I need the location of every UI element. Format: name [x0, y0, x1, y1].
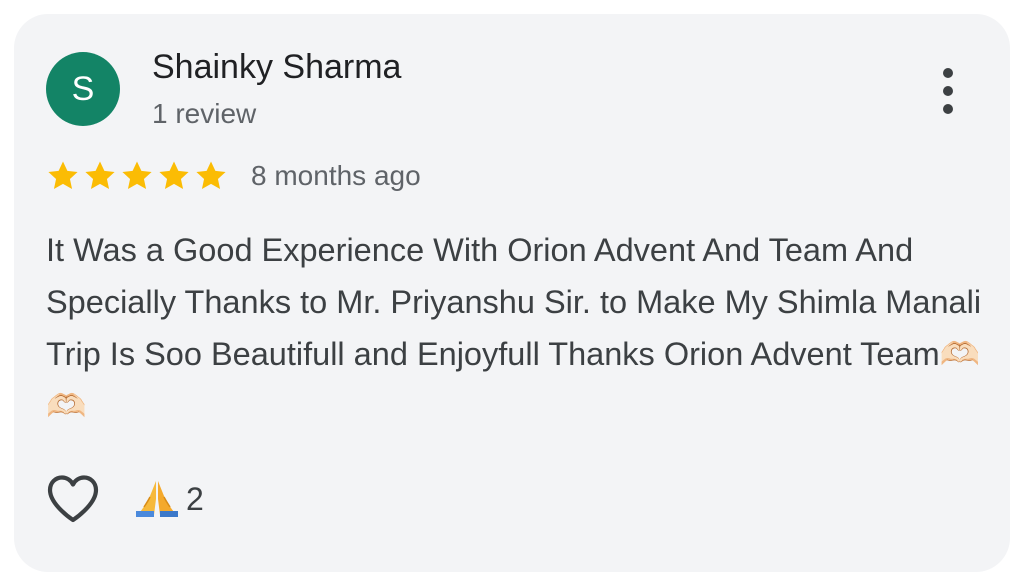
- reaction-count: 2: [186, 480, 204, 517]
- more-vert-icon: [943, 68, 953, 78]
- review-text: It Was a Good Experience With Orion Adve…: [46, 232, 982, 424]
- star-rating: [46, 159, 231, 193]
- reaction-button[interactable]: 2: [134, 479, 204, 519]
- rating-row: 8 months ago: [46, 156, 421, 196]
- avatar-letter: S: [71, 69, 95, 108]
- folded-hands-icon: [136, 481, 178, 517]
- star-icon: [196, 161, 226, 190]
- review-count: 1 review: [152, 98, 257, 129]
- star-icon: [159, 161, 189, 190]
- review-actions: 2: [46, 472, 204, 526]
- more-vert-icon-dot: [943, 86, 953, 96]
- star-icon: [85, 161, 115, 190]
- heart-outline-icon: [47, 475, 99, 523]
- like-button[interactable]: [46, 472, 102, 526]
- star-icon: [48, 161, 78, 190]
- review-time: 8 months ago: [251, 160, 421, 191]
- more-options-button[interactable]: [930, 66, 966, 116]
- star-icon: [122, 161, 152, 190]
- review-card: S Shainky Sharma 1 review 8 months ago I…: [14, 14, 1010, 572]
- more-vert-icon-dot: [943, 104, 953, 114]
- avatar[interactable]: S: [46, 52, 120, 126]
- reviewer-name[interactable]: Shainky Sharma: [152, 48, 401, 87]
